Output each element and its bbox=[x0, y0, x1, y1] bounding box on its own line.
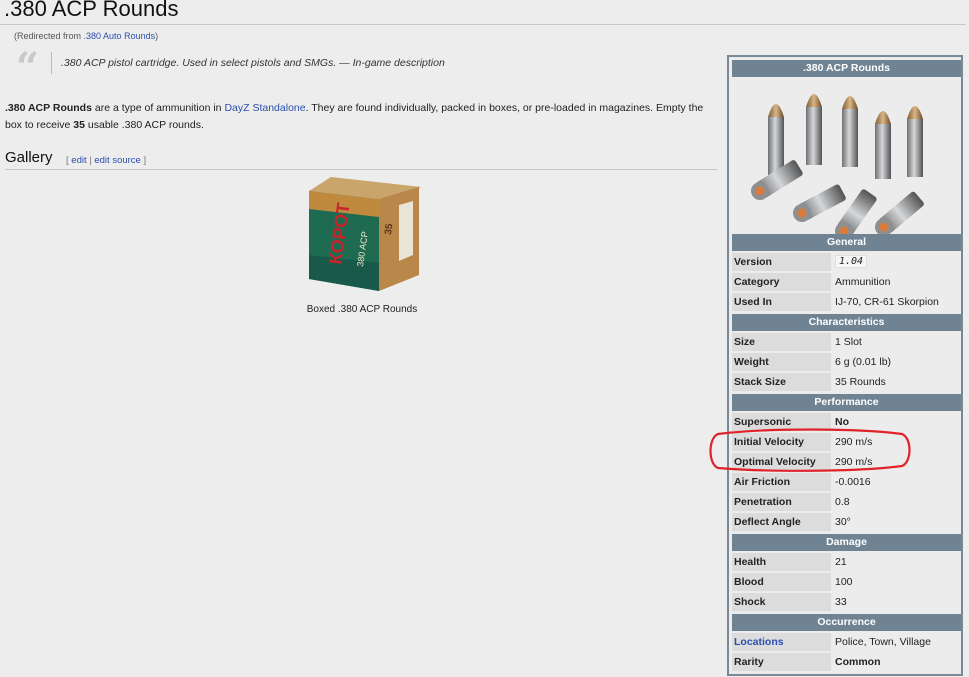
infobox-label: Penetration bbox=[732, 493, 831, 511]
infobox-row-weight: Weight 6 g (0.01 lb) bbox=[732, 353, 961, 371]
infobox-label: Rarity bbox=[732, 653, 831, 671]
infobox-row-blood: Blood 100 bbox=[732, 573, 961, 591]
edit-link[interactable]: edit bbox=[71, 155, 86, 166]
infobox-section-occurrence: Occurrence bbox=[732, 614, 961, 631]
gallery-divider bbox=[5, 169, 717, 170]
used-in-links[interactable]: IJ-70, CR-61 Skorpion bbox=[833, 293, 961, 311]
page-title: .380 ACP Rounds bbox=[4, 0, 179, 21]
infobox-value: 290 m/s bbox=[835, 456, 873, 468]
infobox-label: Blood bbox=[732, 573, 831, 591]
infobox-label: Air Friction bbox=[732, 473, 831, 491]
infobox-section-characteristics: Characteristics bbox=[732, 314, 961, 331]
intro-paragraph: .380 ACP Rounds are a type of ammunition… bbox=[5, 102, 704, 131]
edit-source-link[interactable]: edit source bbox=[94, 155, 140, 166]
redirect-note: (Redirected from .380 Auto Rounds) bbox=[14, 31, 159, 41]
infobox-value: 33 bbox=[835, 596, 847, 608]
infobox-value: Police, Town, Village bbox=[835, 636, 931, 648]
infobox-row-locations: Locations Police, Town, Village bbox=[732, 633, 961, 651]
infobox-value: 30° bbox=[835, 516, 851, 528]
infobox-value: 21 bbox=[835, 556, 847, 568]
ammo-box-image[interactable]: КОРОТ 380 ACP 35 bbox=[301, 175, 423, 293]
infobox-label: Size bbox=[732, 333, 831, 351]
infobox: .380 ACP Rounds General Version 1.04 Cat… bbox=[727, 55, 963, 676]
infobox-value: 6 g (0.01 lb) bbox=[835, 356, 892, 368]
infobox-label: Weight bbox=[732, 353, 831, 371]
infobox-title: .380 ACP Rounds bbox=[732, 60, 961, 77]
infobox-row-optimal-velocity: Optimal Velocity 290 m/s bbox=[732, 453, 961, 471]
infobox-row-stack-size: Stack Size 35 Rounds bbox=[732, 373, 961, 391]
section-edit-links: [ edit | edit source ] bbox=[66, 155, 147, 166]
infobox-row-category: Category Ammunition bbox=[732, 273, 961, 291]
infobox-section-damage: Damage bbox=[732, 534, 961, 551]
infobox-label: Shock bbox=[732, 593, 831, 611]
infobox-value: -0.0016 bbox=[835, 476, 871, 488]
infobox-row-rarity: Rarity Common bbox=[732, 653, 961, 671]
infobox-section-general: General bbox=[732, 234, 961, 251]
infobox-value: 1 Slot bbox=[835, 336, 862, 348]
infobox-label: Supersonic bbox=[732, 413, 831, 431]
locations-link[interactable]: Locations bbox=[732, 633, 831, 651]
infobox-label: Stack Size bbox=[732, 373, 831, 391]
infobox-label: Used In bbox=[732, 293, 831, 311]
box-count-text: 35 bbox=[383, 222, 396, 235]
dayz-standalone-link[interactable]: DayZ Standalone bbox=[224, 102, 305, 114]
infobox-section-performance: Performance bbox=[732, 394, 961, 411]
infobox-label: Initial Velocity bbox=[732, 433, 831, 451]
infobox-value: 35 Rounds bbox=[835, 376, 886, 388]
infobox-label: Category bbox=[732, 273, 831, 291]
article-subject: .380 ACP Rounds bbox=[5, 102, 92, 114]
ammo-rounds-image[interactable] bbox=[732, 79, 961, 234]
quote-divider bbox=[51, 52, 52, 74]
quote-icon: “ bbox=[16, 44, 40, 91]
infobox-value: Common bbox=[835, 656, 881, 668]
infobox-row-size: Size 1 Slot bbox=[732, 333, 961, 351]
infobox-row-deflect-angle: Deflect Angle 30° bbox=[732, 513, 961, 531]
infobox-row-health: Health 21 bbox=[732, 553, 961, 571]
infobox-value: 1.04 bbox=[833, 253, 961, 271]
infobox-value: 100 bbox=[835, 576, 853, 588]
infobox-row-air-friction: Air Friction -0.0016 bbox=[732, 473, 961, 491]
redirect-link[interactable]: .380 Auto Rounds bbox=[84, 31, 156, 41]
infobox-value: 0.8 bbox=[835, 496, 850, 508]
infobox-value: 290 m/s bbox=[835, 436, 873, 448]
title-divider bbox=[0, 24, 966, 25]
gallery-heading: Gallery bbox=[5, 149, 53, 166]
infobox-label: Optimal Velocity bbox=[732, 453, 831, 471]
infobox-row-shock: Shock 33 bbox=[732, 593, 961, 611]
box-caption: Boxed .380 ACP Rounds bbox=[306, 304, 418, 315]
infobox-row-initial-velocity: Initial Velocity 290 m/s bbox=[732, 433, 961, 451]
in-game-description-quote: .380 ACP pistol cartridge. Used in selec… bbox=[61, 57, 445, 69]
infobox-label: Version bbox=[732, 253, 831, 271]
category-link[interactable]: Ammunition bbox=[833, 273, 961, 291]
infobox-label: Health bbox=[732, 553, 831, 571]
infobox-row-penetration: Penetration 0.8 bbox=[732, 493, 961, 511]
infobox-label: Deflect Angle bbox=[732, 513, 831, 531]
round-count: 35 bbox=[73, 119, 85, 131]
infobox-row-version: Version 1.04 bbox=[732, 253, 961, 271]
infobox-value: No bbox=[835, 416, 849, 428]
infobox-row-supersonic: Supersonic No bbox=[732, 413, 961, 431]
infobox-row-used-in: Used In IJ-70, CR-61 Skorpion bbox=[732, 293, 961, 311]
